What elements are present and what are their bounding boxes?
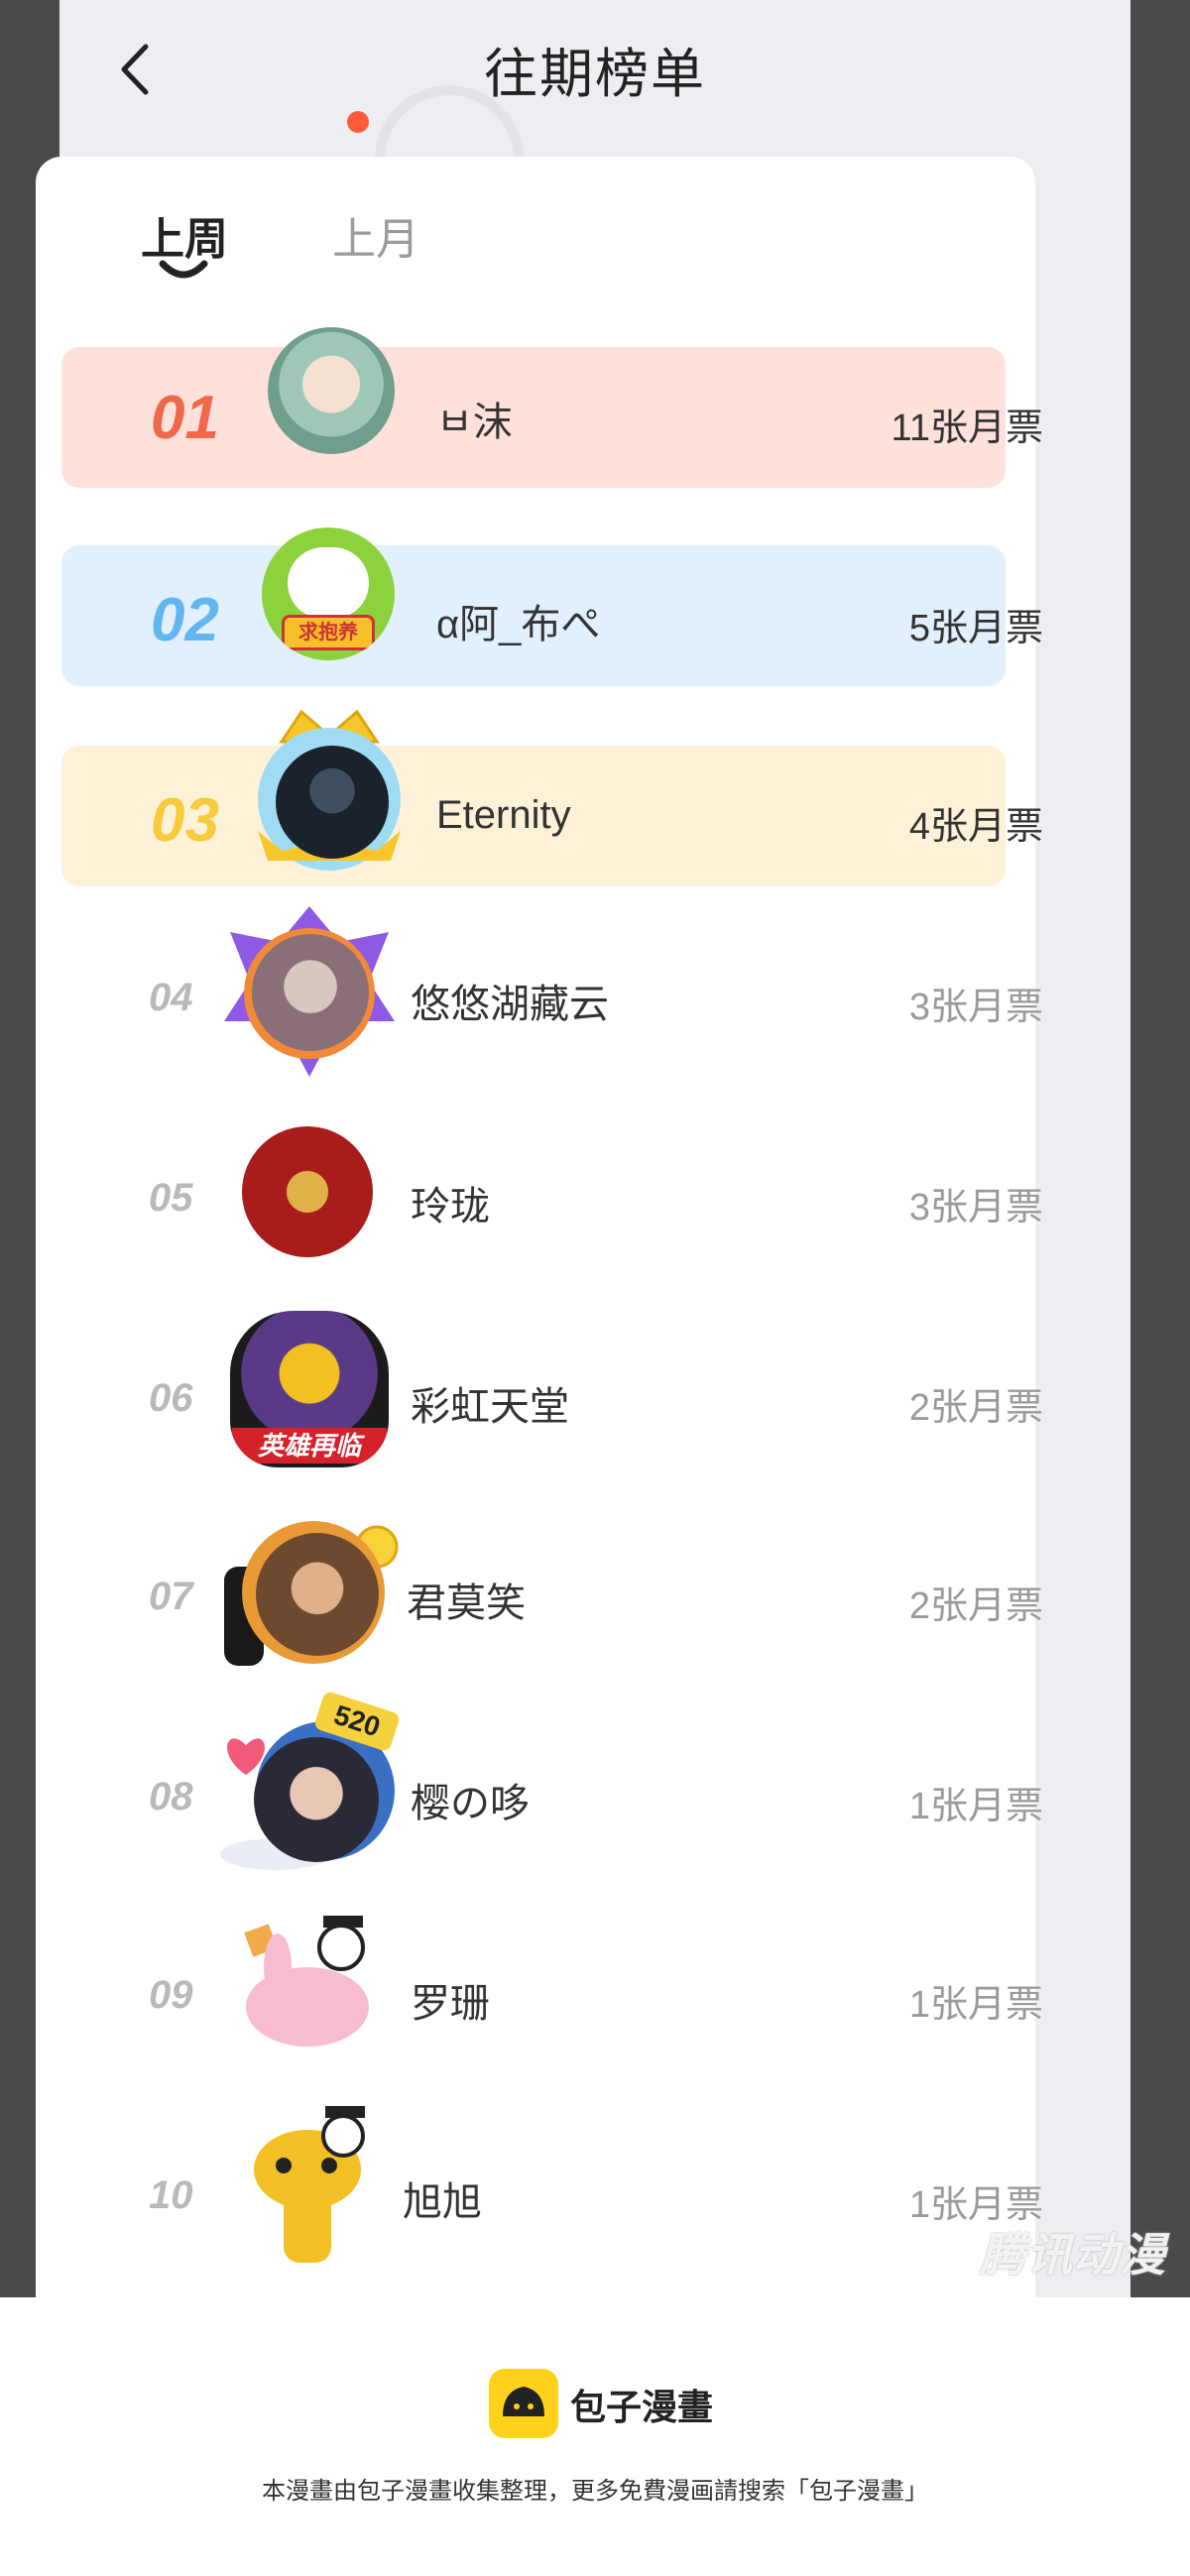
user-name: ㅂ沫 [436, 401, 513, 444]
rank-number: 05 [149, 1176, 193, 1220]
user-name: 樱の哆 [411, 1782, 530, 1825]
vote-count: 2张月票 [908, 1387, 1043, 1429]
user-name: 君莫笑 [407, 1581, 526, 1625]
user-avatar[interactable]: 求抱养 [262, 527, 395, 660]
user-name: Eternity [436, 793, 571, 837]
user-name: 旭旭 [403, 2180, 482, 2224]
baozi-logo-icon [489, 2369, 558, 2438]
rank-number: 03 [151, 786, 219, 855]
user-avatar[interactable] [252, 934, 369, 1051]
rank-number: 09 [149, 1973, 193, 2017]
user-name: 罗珊 [411, 1982, 490, 2026]
vote-count: 5张月票 [908, 608, 1043, 649]
rank-number: 06 [149, 1376, 193, 1420]
rank-number: 10 [149, 2173, 193, 2217]
tab-last-week[interactable]: 上周 [141, 203, 228, 267]
side-bar-right [1130, 0, 1190, 2297]
rank-number: 08 [149, 1775, 193, 1818]
avatar-giraffe [254, 2106, 365, 2263]
rank-number: 07 [149, 1575, 193, 1618]
vote-count: 4张月票 [908, 806, 1043, 848]
rank-number: 02 [151, 586, 219, 654]
user-name: 玲珑 [411, 1185, 490, 1229]
avatar-rabbit [244, 1916, 369, 2047]
user-avatar[interactable]: 英雄再临 [230, 1311, 389, 1467]
user-name: α阿_布ぺ [436, 603, 601, 646]
user-avatar[interactable] [254, 1737, 379, 1862]
rank-number: 04 [149, 976, 193, 1019]
watermark-text: 腾讯动漫 [980, 2229, 1166, 2281]
footer-logo-text: 包子漫畫 [570, 2387, 714, 2427]
avatar-badge: 求抱养 [282, 615, 375, 650]
vote-count: 1张月票 [908, 1984, 1043, 2026]
footer-note: 本漫畫由包子漫畫收集整理，更多免費漫画請搜索「包子漫畫」 [262, 2478, 928, 2505]
vote-count: 3张月票 [908, 987, 1043, 1028]
decoration-dot [347, 111, 369, 133]
vote-count: 11张月票 [891, 408, 1043, 449]
user-name: 彩虹天堂 [411, 1385, 569, 1429]
vote-count: 1张月票 [908, 1786, 1043, 1827]
vote-count: 3张月票 [908, 1187, 1043, 1229]
avatar-badge: 英雄再临 [232, 1428, 387, 1464]
user-avatar[interactable] [276, 746, 389, 859]
page-title: 往期榜单 [484, 45, 706, 104]
tab-smile-indicator [159, 260, 208, 279]
vote-count: 2张月票 [908, 1585, 1043, 1627]
tab-last-month[interactable]: 上月 [332, 203, 419, 267]
footer [0, 2297, 1190, 2576]
rank-number: 01 [151, 384, 219, 452]
user-avatar[interactable] [256, 1533, 379, 1656]
user-avatar[interactable] [268, 327, 395, 454]
user-avatar[interactable] [242, 1126, 373, 1257]
user-name: 悠悠湖藏云 [411, 983, 609, 1026]
